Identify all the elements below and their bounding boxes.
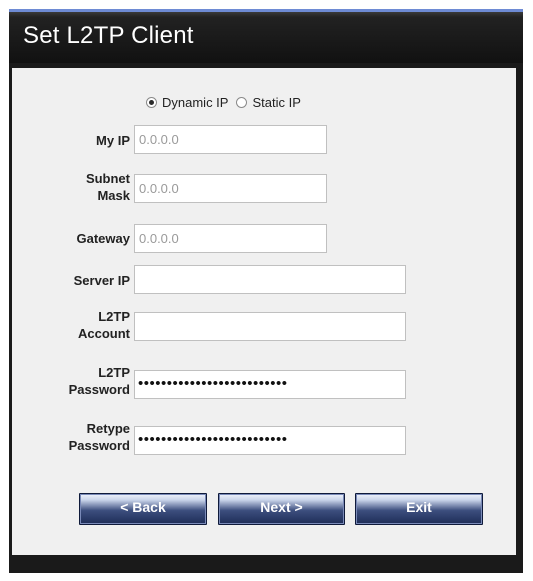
- subnet-mask-label: Subnet Mask: [85, 171, 130, 203]
- server-ip-label: Server IP: [73, 273, 130, 288]
- l2tp-account-label: L2TP Account: [78, 309, 130, 341]
- next-button[interactable]: Next >: [218, 493, 345, 525]
- static-ip-radio[interactable]: [236, 97, 248, 108]
- dynamic-ip-label: Dynamic IP: [162, 95, 229, 110]
- static-ip-label: Static IP: [252, 95, 301, 110]
- title-bar: Set L2TP Client: [9, 9, 523, 63]
- retype-password-label: Retype Password: [68, 421, 130, 453]
- l2tp-account-input[interactable]: [134, 312, 406, 341]
- l2tp-password-label: L2TP Password: [68, 365, 130, 397]
- form-panel: Dynamic IP Static IP My IP Subnet Mask G…: [12, 68, 516, 555]
- exit-button[interactable]: Exit: [355, 493, 483, 525]
- ip-mode-group: Dynamic IP Static IP: [146, 95, 301, 110]
- my-ip-input[interactable]: [134, 125, 327, 154]
- gateway-input[interactable]: [134, 224, 327, 253]
- server-ip-input[interactable]: [134, 265, 406, 294]
- subnet-mask-input[interactable]: [134, 174, 327, 203]
- my-ip-label: My IP: [96, 133, 130, 148]
- retype-password-input[interactable]: ••••••••••••••••••••••••••: [134, 426, 406, 455]
- wizard-window: Set L2TP Client Dynamic IP Static IP My …: [9, 9, 523, 573]
- gateway-label: Gateway: [76, 231, 130, 246]
- back-button[interactable]: < Back: [79, 493, 207, 525]
- l2tp-password-input[interactable]: ••••••••••••••••••••••••••: [134, 370, 406, 399]
- dynamic-ip-radio[interactable]: [146, 97, 157, 108]
- window-title: Set L2TP Client: [23, 22, 194, 49]
